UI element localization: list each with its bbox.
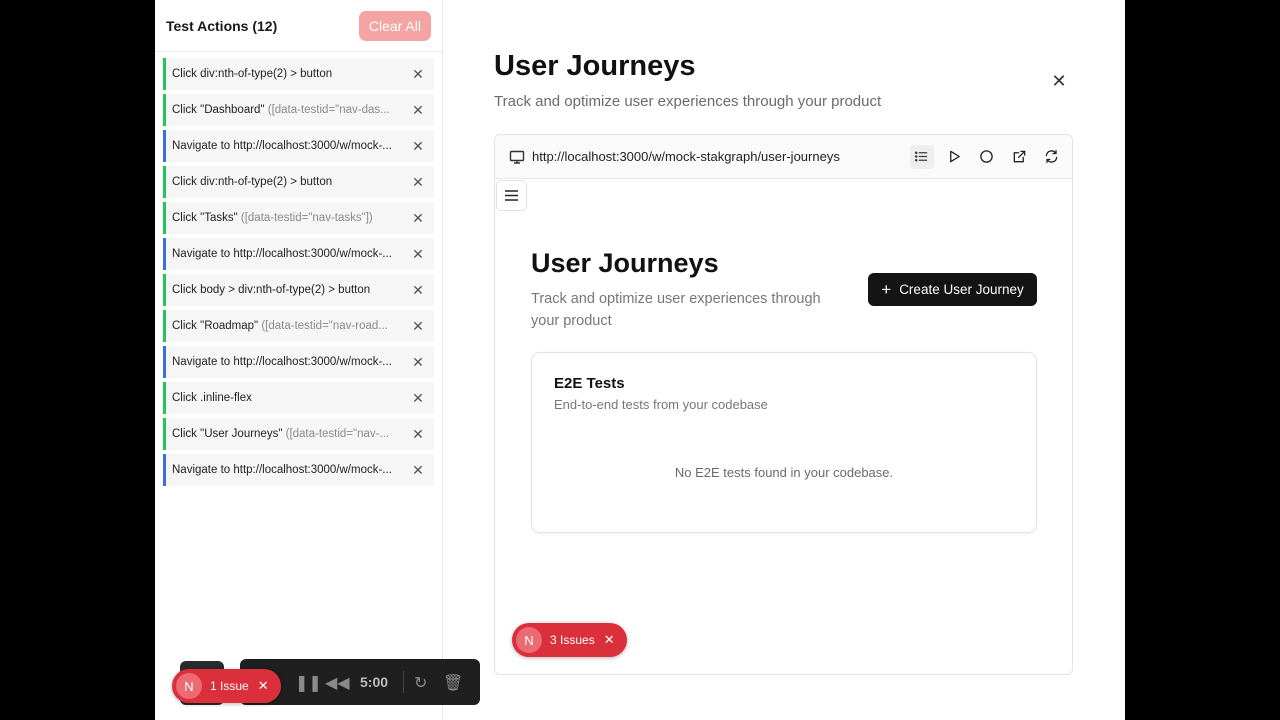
- action-label: Navigate to http://localhost:3000/w/mock…: [172, 356, 392, 368]
- action-item[interactable]: Click "Tasks" ([data-testid="nav-tasks"]…: [163, 202, 434, 234]
- action-selector: ([data-testid="nav-tasks"]): [240, 212, 373, 224]
- action-text: Click div:nth-of-type(2) > button: [172, 68, 434, 80]
- actions-title: Test Actions (12): [166, 17, 278, 34]
- e2e-tests-card: E2E Tests End-to-end tests from your cod…: [531, 352, 1037, 533]
- close-icon[interactable]: ✕: [604, 632, 615, 648]
- preview-title: User Journeys: [531, 248, 719, 278]
- action-label: Click div:nth-of-type(2) > button: [172, 68, 333, 80]
- actions-header: Test Actions (12) Clear All: [155, 0, 442, 52]
- issue-count: 3 Issues: [550, 633, 595, 647]
- action-text: Navigate to http://localhost:3000/w/mock…: [172, 248, 434, 260]
- create-user-journey-button[interactable]: + Create User Journey: [868, 273, 1037, 306]
- recorder-time: 5:00: [360, 674, 389, 690]
- app-window: Test Actions (12) Clear All Click div:nt…: [155, 0, 1125, 720]
- action-label: Click "Roadmap": [172, 320, 262, 332]
- action-label: Click "Dashboard": [172, 104, 268, 116]
- action-item[interactable]: Navigate to http://localhost:3000/w/mock…: [163, 130, 434, 162]
- action-item[interactable]: Click "User Journeys" ([data-testid="nav…: [163, 418, 434, 450]
- refresh-icon[interactable]: [1040, 145, 1064, 169]
- action-item[interactable]: Navigate to http://localhost:3000/w/mock…: [163, 454, 434, 486]
- record-circle-icon[interactable]: [975, 145, 999, 169]
- clear-all-button[interactable]: Clear All: [358, 10, 431, 41]
- e2e-card-title: E2E Tests: [554, 375, 625, 392]
- action-text: Navigate to http://localhost:3000/w/mock…: [172, 464, 434, 476]
- action-label: Navigate to http://localhost:3000/w/mock…: [172, 464, 392, 476]
- action-item[interactable]: Click body > div:nth-of-type(2) > button…: [163, 274, 434, 306]
- action-item[interactable]: Navigate to http://localhost:3000/w/mock…: [163, 346, 434, 378]
- action-text: Click body > div:nth-of-type(2) > button: [172, 284, 434, 296]
- action-label: Click div:nth-of-type(2) > button: [172, 176, 333, 188]
- play-icon[interactable]: [942, 145, 966, 169]
- test-actions-panel: Test Actions (12) Clear All Click div:nt…: [155, 0, 443, 720]
- action-selector: ([data-testid="nav-...: [285, 428, 390, 440]
- action-label: Click .inline-flex: [172, 392, 252, 404]
- remove-action-icon[interactable]: ✕: [410, 462, 426, 478]
- action-text: Click .inline-flex: [172, 392, 434, 404]
- remove-action-icon[interactable]: ✕: [410, 66, 426, 82]
- remove-action-icon[interactable]: ✕: [410, 426, 426, 442]
- action-label: Navigate to http://localhost:3000/w/mock…: [172, 248, 392, 260]
- action-list: Click div:nth-of-type(2) > button ✕ Click …: [155, 52, 442, 486]
- action-selector: ([data-testid="nav-das...: [267, 104, 390, 116]
- action-item[interactable]: Click div:nth-of-type(2) > button ✕: [163, 58, 434, 90]
- remove-action-icon[interactable]: ✕: [410, 138, 426, 154]
- close-icon[interactable]: ✕: [1049, 71, 1069, 91]
- url-text: http://localhost:3000/w/mock-stakgraph/u…: [532, 149, 840, 164]
- action-label: Click "Tasks": [172, 212, 241, 224]
- plus-icon: +: [881, 280, 892, 299]
- hamburger-menu-icon[interactable]: [496, 180, 527, 211]
- action-text: Click div:nth-of-type(2) > button: [172, 176, 434, 188]
- action-item[interactable]: Click "Dashboard" ([data-testid="nav-das…: [163, 94, 434, 126]
- action-text: Click "Roadmap" ([data-testid="nav-road.…: [172, 320, 434, 332]
- remove-action-icon[interactable]: ✕: [410, 282, 426, 298]
- url-bar: http://localhost:3000/w/mock-stakgraph/u…: [495, 135, 1072, 179]
- action-item[interactable]: Click "Roadmap" ([data-testid="nav-road.…: [163, 310, 434, 342]
- rewind-icon[interactable]: ◀◀: [325, 673, 350, 693]
- e2e-empty-state: No E2E tests found in your codebase.: [674, 465, 894, 480]
- toolbar-divider: [403, 671, 404, 693]
- action-label: Navigate to http://localhost:3000/w/mock…: [172, 140, 392, 152]
- browser-preview: http://localhost:3000/w/mock-stakgraph/u…: [494, 134, 1073, 675]
- external-link-icon[interactable]: [1007, 145, 1031, 169]
- action-text: Click "User Journeys" ([data-testid="nav…: [172, 428, 434, 440]
- list-icon[interactable]: [909, 144, 934, 169]
- remove-action-icon[interactable]: ✕: [410, 318, 426, 334]
- action-text: Navigate to http://localhost:3000/w/mock…: [172, 356, 434, 368]
- create-user-journey-label: Create User Journey: [899, 282, 1024, 297]
- action-item[interactable]: Navigate to http://localhost:3000/w/mock…: [163, 238, 434, 270]
- issue-avatar: N: [516, 627, 542, 653]
- remove-action-icon[interactable]: ✕: [410, 174, 426, 190]
- issues-badge-outer[interactable]: N 1 Issue ✕: [172, 669, 281, 703]
- reset-icon[interactable]: ↻: [414, 673, 427, 693]
- page-subtitle: Track and optimize user experiences thro…: [494, 93, 882, 110]
- issue-avatar: N: [176, 673, 202, 699]
- issues-badge-inner[interactable]: N 3 Issues ✕: [512, 623, 627, 657]
- page-title: User Journeys: [494, 50, 696, 82]
- close-icon[interactable]: ✕: [258, 678, 269, 694]
- issue-count: 1 Issue: [210, 679, 249, 693]
- remove-action-icon[interactable]: ✕: [410, 210, 426, 226]
- action-item[interactable]: Click div:nth-of-type(2) > button ✕: [163, 166, 434, 198]
- remove-action-icon[interactable]: ✕: [410, 246, 426, 262]
- action-label: Click "User Journeys": [172, 428, 286, 440]
- main-panel: User Journeys Track and optimize user ex…: [494, 0, 1125, 720]
- action-text: Click "Tasks" ([data-testid="nav-tasks"]…: [172, 212, 434, 224]
- action-text: Navigate to http://localhost:3000/w/mock…: [172, 140, 434, 152]
- remove-action-icon[interactable]: ✕: [410, 102, 426, 118]
- e2e-card-subtitle: End-to-end tests from your codebase: [554, 397, 768, 412]
- monitor-icon: [509, 150, 525, 164]
- action-label: Click body > div:nth-of-type(2) > button: [172, 284, 371, 296]
- preview-subtitle: Track and optimize user experiences thro…: [531, 291, 821, 329]
- action-text: Click "Dashboard" ([data-testid="nav-das…: [172, 104, 434, 116]
- remove-action-icon[interactable]: ✕: [410, 390, 426, 406]
- pause-icon[interactable]: ❚❚: [295, 673, 322, 693]
- trash-icon[interactable]: 🗑: [443, 673, 463, 693]
- remove-action-icon[interactable]: ✕: [410, 354, 426, 370]
- action-selector: ([data-testid="nav-road...: [261, 320, 388, 332]
- action-item[interactable]: Click .inline-flex ✕: [163, 382, 434, 414]
